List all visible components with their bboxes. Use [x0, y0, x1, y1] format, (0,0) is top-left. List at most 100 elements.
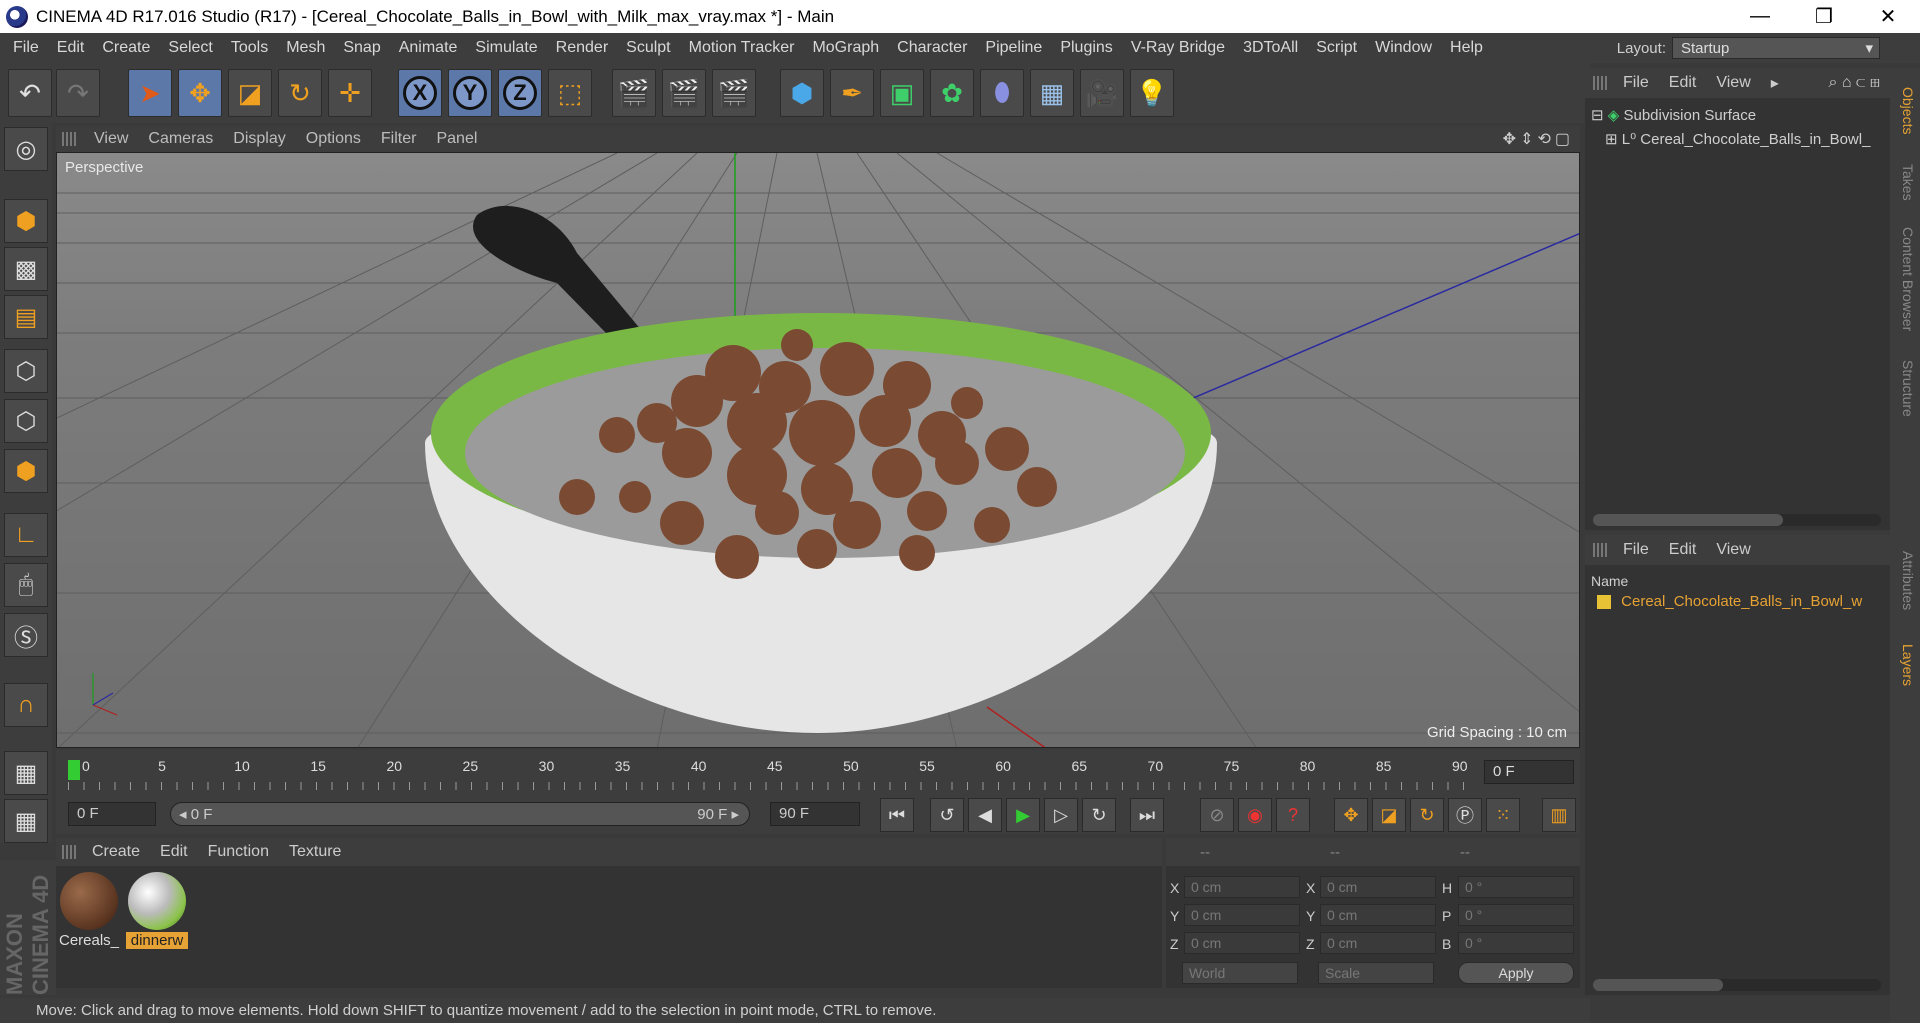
snap-button[interactable]: ∩ [4, 683, 48, 727]
timeline-window-button[interactable]: ▥ [1542, 798, 1576, 832]
expand-icon[interactable]: ⊟ [1591, 107, 1604, 124]
keyframe-selection-button[interactable]: ? [1276, 798, 1310, 832]
undo-button[interactable]: ↶ [8, 69, 52, 117]
menu-window[interactable]: Window [1366, 39, 1441, 57]
playhead-marker[interactable] [68, 760, 80, 780]
object-menu-file[interactable]: File [1613, 74, 1659, 92]
workplane-lock-button[interactable]: ▦ [4, 751, 48, 795]
menu-animate[interactable]: Animate [390, 39, 467, 57]
make-editable-button[interactable]: ◎ [4, 127, 48, 171]
apply-button[interactable]: Apply [1458, 962, 1574, 984]
material-swatch-dinnerware[interactable]: dinnerw [126, 872, 188, 949]
record-position-button[interactable]: ✥ [1334, 798, 1368, 832]
material-menu-function[interactable]: Function [198, 843, 279, 861]
tweak-mode-button[interactable]: 🖱 [4, 563, 48, 607]
end-frame-field[interactable]: 90 F [770, 802, 860, 826]
viewport-menu-filter[interactable]: Filter [371, 130, 427, 148]
redo-button[interactable]: ↷ [56, 69, 100, 117]
menu-render[interactable]: Render [547, 39, 617, 57]
menu-plugins[interactable]: Plugins [1051, 39, 1121, 57]
size-mode-dropdown[interactable]: Scale [1318, 962, 1434, 984]
menu-3dtoall[interactable]: 3DToAll [1234, 39, 1307, 57]
render-picture-viewer-button[interactable]: 🎬 [662, 69, 706, 117]
record-scale-button[interactable]: ◪ [1372, 798, 1406, 832]
layer-menu-file[interactable]: File [1613, 541, 1659, 559]
previous-key-button[interactable]: ↺ [930, 798, 964, 832]
coordinate-system-button[interactable]: ⬚ [548, 69, 592, 117]
perspective-viewport[interactable]: Perspective Grid Spacing : 10 cm [56, 152, 1580, 748]
coordinate-space-dropdown[interactable]: World [1182, 962, 1298, 984]
size-x-field[interactable]: 0 cm [1320, 876, 1436, 898]
polygons-mode-button[interactable]: ⬢ [4, 449, 48, 493]
layer-menu-view[interactable]: View [1706, 541, 1760, 559]
menu-create[interactable]: Create [93, 39, 159, 57]
edges-mode-button[interactable]: ⬡ [4, 399, 48, 443]
tree-item-cereal[interactable]: ⊞ L⁰ Cereal_Chocolate_Balls_in_Bowl_ [1605, 130, 1870, 148]
x-axis-lock-button[interactable]: X [398, 69, 442, 117]
close-button[interactable]: ✕ [1856, 4, 1920, 29]
next-key-button[interactable]: ↻ [1082, 798, 1116, 832]
add-light-button[interactable]: 💡 [1130, 69, 1174, 117]
menu-vray-bridge[interactable]: V-Ray Bridge [1122, 39, 1234, 57]
tab-attributes[interactable]: Attributes [1894, 536, 1916, 626]
previous-frame-button[interactable]: ◀ [968, 798, 1002, 832]
y-axis-lock-button[interactable]: Y [448, 69, 492, 117]
play-button[interactable]: ▶ [1006, 798, 1040, 832]
menu-pipeline[interactable]: Pipeline [976, 39, 1051, 57]
model-mode-button[interactable]: ⬢ [4, 199, 48, 243]
material-menu-edit[interactable]: Edit [150, 843, 198, 861]
scrollbar-thumb[interactable] [1593, 979, 1723, 991]
material-swatch-cereals[interactable]: Cereals_ [58, 872, 120, 949]
layer-menu-edit[interactable]: Edit [1659, 541, 1707, 559]
layout-dropdown[interactable]: Startup [1672, 37, 1880, 59]
menu-snap[interactable]: Snap [334, 39, 389, 57]
tab-objects[interactable]: Objects [1894, 76, 1916, 146]
position-y-field[interactable]: 0 cm [1184, 904, 1300, 926]
layer-color-swatch[interactable] [1597, 595, 1611, 610]
axis-mode-button[interactable]: ∟ [4, 513, 48, 557]
material-menu-create[interactable]: Create [82, 843, 150, 861]
rotation-h-field[interactable]: 0 ° [1458, 876, 1574, 898]
record-pla-button[interactable]: ⁙ [1486, 798, 1520, 832]
current-frame-field[interactable]: 0 F [1484, 760, 1574, 784]
viewport-menu-panel[interactable]: Panel [426, 130, 487, 148]
scrollbar-thumb[interactable] [1593, 514, 1783, 526]
recent-tool-button[interactable]: ✛ [328, 69, 372, 117]
rotate-tool-button[interactable]: ↻ [278, 69, 322, 117]
position-z-field[interactable]: 0 cm [1184, 932, 1300, 954]
object-menu-edit[interactable]: Edit [1659, 74, 1707, 92]
menu-script[interactable]: Script [1307, 39, 1366, 57]
rotation-b-field[interactable]: 0 ° [1458, 932, 1574, 954]
maximize-button[interactable]: ❐ [1792, 4, 1856, 29]
size-y-field[interactable]: 0 cm [1320, 904, 1436, 926]
object-search-icons[interactable]: ⌕ ⌂ ⊂ ⊞ [1819, 74, 1890, 92]
workplane-mode-button[interactable]: ▤ [4, 295, 48, 339]
autokey-button[interactable]: ◉ [1238, 798, 1272, 832]
position-x-field[interactable]: 0 cm [1184, 876, 1300, 898]
menu-sculpt[interactable]: Sculpt [617, 39, 679, 57]
menu-simulate[interactable]: Simulate [466, 39, 546, 57]
record-rotation-button[interactable]: ↻ [1410, 798, 1444, 832]
menu-character[interactable]: Character [888, 39, 976, 57]
tab-takes[interactable]: Takes [1894, 152, 1916, 212]
add-pen-spline-button[interactable]: ✒ [830, 69, 874, 117]
menu-select[interactable]: Select [159, 39, 221, 57]
live-selection-button[interactable]: ➤ [128, 69, 172, 117]
frame-range-slider[interactable]: ◂ 0 F 90 F ▸ [170, 802, 750, 826]
viewport-menu-options[interactable]: Options [296, 130, 371, 148]
rotation-p-field[interactable]: 0 ° [1458, 904, 1574, 926]
menu-mesh[interactable]: Mesh [277, 39, 334, 57]
record-keys-button[interactable]: ⊘ [1200, 798, 1234, 832]
tree-item-subdivision[interactable]: ⊟ ◈ Subdivision Surface [1591, 106, 1756, 124]
add-floor-button[interactable]: ▦ [1030, 69, 1074, 117]
go-to-start-button[interactable]: ⏮ [880, 798, 914, 832]
timeline-ruler[interactable]: 0 5 10 15 20 25 30 35 40 45 50 55 60 65 70 75 80 85 90 [68, 754, 1478, 790]
menu-motion-tracker[interactable]: Motion Tracker [680, 39, 804, 57]
layer-row[interactable]: Cereal_Chocolate_Balls_in_Bowl_w [1597, 593, 1862, 610]
start-frame-field[interactable]: 0 F [68, 802, 156, 826]
object-menu-view[interactable]: View [1706, 74, 1760, 92]
size-z-field[interactable]: 0 cm [1320, 932, 1436, 954]
menu-tools[interactable]: Tools [222, 39, 277, 57]
timeline[interactable]: 0 5 10 15 20 25 30 35 40 45 50 55 60 65 70 75 80 85 90 0 F [56, 750, 1580, 794]
add-camera-button[interactable]: 🎥 [1080, 69, 1124, 117]
